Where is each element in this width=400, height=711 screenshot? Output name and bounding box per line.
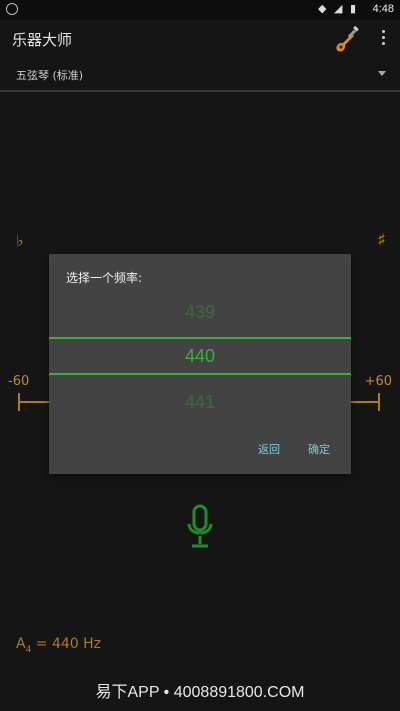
status-time: 4:48 bbox=[372, 3, 394, 15]
reference-note: A bbox=[16, 636, 26, 652]
scale-max-label: +60 bbox=[364, 374, 392, 389]
frequency-dialog: 选择一个频率: 439 440 441 返回 确定 bbox=[49, 254, 351, 474]
microphone-icon[interactable] bbox=[186, 504, 214, 552]
reference-frequency[interactable]: A4 = 440 Hz bbox=[16, 636, 101, 655]
reference-value: = 440 Hz bbox=[31, 636, 101, 652]
overflow-menu-icon[interactable] bbox=[382, 30, 386, 48]
picker-prev-value[interactable]: 439 bbox=[49, 302, 351, 323]
picker-next-value[interactable]: 441 bbox=[49, 392, 351, 413]
scale-min-label: -60 bbox=[8, 374, 30, 389]
sharp-symbol: ♯ bbox=[377, 230, 386, 251]
cancel-button[interactable]: 返回 bbox=[258, 441, 280, 457]
guitar-icon[interactable] bbox=[334, 26, 360, 54]
scale-left-tick bbox=[18, 393, 20, 411]
dropdown-arrow-icon bbox=[378, 71, 386, 76]
instrument-spinner[interactable]: 五弦琴 (标准) bbox=[0, 62, 400, 90]
flat-symbol: ♭ bbox=[16, 231, 24, 250]
picker-divider-top bbox=[49, 337, 351, 339]
instrument-label: 五弦琴 (标准) bbox=[16, 69, 84, 82]
status-bar: ◆ ◢ ▮ 4:48 bbox=[0, 0, 400, 20]
app-bar: 乐器大师 bbox=[0, 20, 400, 60]
sync-icon bbox=[6, 3, 18, 15]
picker-current-value[interactable]: 440 bbox=[49, 346, 351, 367]
picker-divider-bottom bbox=[49, 373, 351, 375]
spinner-underline bbox=[0, 90, 400, 92]
dialog-title: 选择一个频率: bbox=[66, 271, 143, 285]
watermark-text: 易下APP • 4008891800.COM bbox=[95, 684, 305, 701]
scale-right-line bbox=[350, 401, 380, 403]
app-title: 乐器大师 bbox=[12, 31, 73, 49]
scale-left-line bbox=[18, 401, 50, 403]
signal-battery-icons: ◆ ◢ ▮ bbox=[318, 2, 358, 15]
scale-right-tick bbox=[378, 393, 380, 411]
ok-button[interactable]: 确定 bbox=[308, 441, 330, 457]
